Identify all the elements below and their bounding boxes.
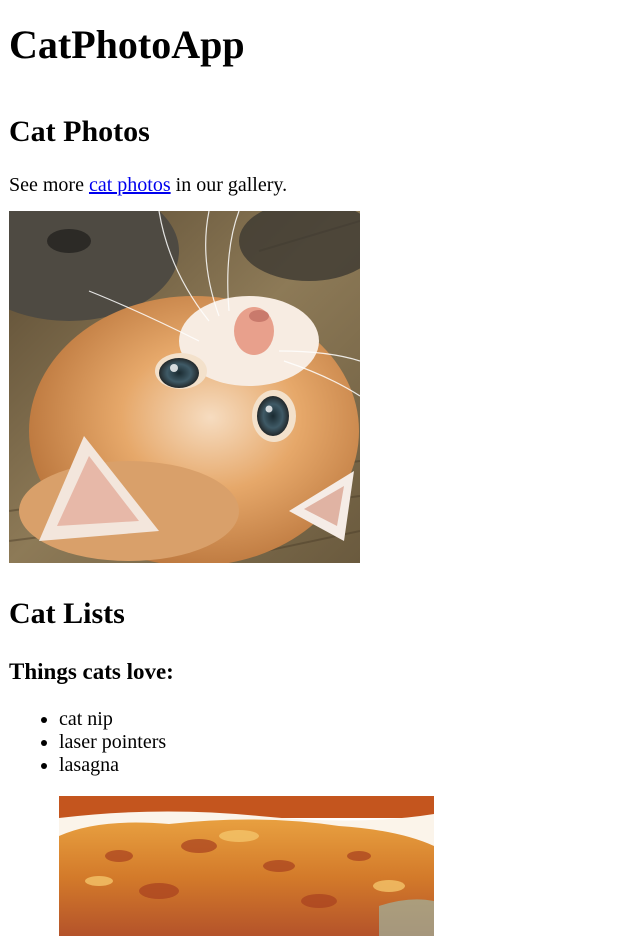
- lasagna-image: [59, 796, 434, 936]
- kitten-photo-icon: [9, 211, 360, 563]
- cat-lists-heading: Cat Lists: [9, 597, 125, 630]
- cat-photos-heading: Cat Photos: [9, 115, 150, 148]
- cats-love-list: cat nip laser pointers lasagna: [9, 708, 636, 777]
- kitten-image-link[interactable]: [9, 211, 360, 563]
- gallery-paragraph: See more cat photos in our gallery.: [9, 173, 636, 197]
- gallery-text-after: in our gallery.: [170, 174, 288, 196]
- cat-photos-link[interactable]: cat photos: [89, 174, 171, 196]
- list-item: laser pointers: [59, 731, 636, 754]
- page-title: CatPhotoApp: [9, 22, 245, 67]
- list-item: cat nip: [59, 708, 636, 731]
- lasagna-photo-icon: [59, 796, 434, 936]
- things-cats-love-heading: Things cats love:: [9, 659, 174, 684]
- page: CatPhotoApp Cat Photos See more cat phot…: [0, 0, 636, 936]
- list-item: lasagna: [59, 754, 636, 777]
- gallery-text-before: See more: [9, 174, 89, 196]
